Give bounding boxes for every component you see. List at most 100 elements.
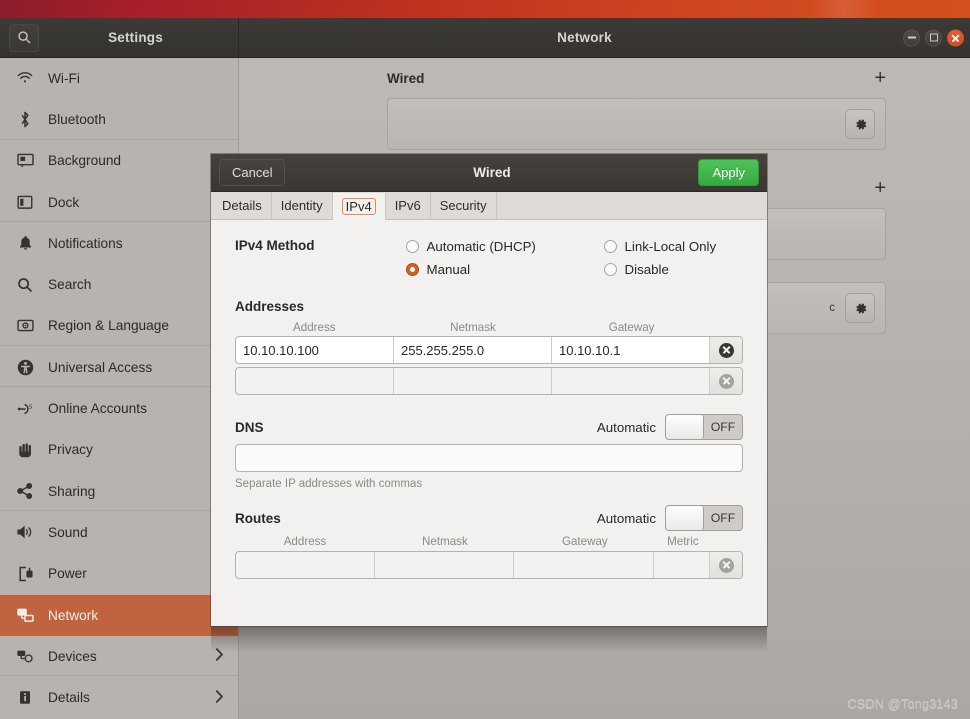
maximize-icon[interactable] bbox=[925, 29, 942, 46]
bell-icon bbox=[12, 235, 38, 251]
tab-ipv4[interactable]: IPv4 bbox=[332, 193, 386, 220]
dialog-tabs[interactable]: Details Identity IPv4 IPv6 Security bbox=[211, 192, 767, 220]
sidebar-item-dock[interactable]: Dock bbox=[0, 182, 238, 223]
route-gateway-input[interactable] bbox=[514, 552, 654, 578]
desktop-background-strip bbox=[0, 0, 970, 18]
sidebar-item-universal-access[interactable]: Universal Access bbox=[0, 347, 238, 388]
cancel-button[interactable]: Cancel bbox=[219, 159, 286, 186]
gateway-input[interactable] bbox=[552, 368, 710, 394]
settings-sidebar[interactable]: Wi-Fi Bluetooth Background Dock Notifica… bbox=[0, 58, 239, 719]
routes-section: Routes Automatic OFF Address Netmask Gat… bbox=[235, 505, 743, 579]
sidebar-item-bluetooth[interactable]: Bluetooth bbox=[0, 99, 238, 140]
radio-indicator-selected bbox=[405, 263, 419, 276]
dns-automatic-label: Automatic bbox=[596, 419, 656, 435]
delete-row-icon[interactable] bbox=[710, 368, 742, 394]
dns-title: DNS bbox=[235, 419, 264, 435]
address-row[interactable]: 10.10.10.100 255.255.255.0 10.10.10.1 bbox=[235, 336, 743, 364]
tab-security[interactable]: Security bbox=[431, 192, 497, 219]
sidebar-item-wi-fi[interactable]: Wi-Fi bbox=[0, 58, 238, 99]
route-netmask-input[interactable] bbox=[375, 552, 515, 578]
sidebar-item-label: Online Accounts bbox=[48, 401, 147, 417]
sidebar-item-label: Power bbox=[48, 566, 87, 582]
routes-title: Routes bbox=[235, 510, 281, 526]
close-icon[interactable] bbox=[947, 29, 964, 46]
delete-row-icon[interactable] bbox=[710, 337, 742, 363]
route-address-input[interactable] bbox=[236, 552, 376, 578]
chevron-right-icon bbox=[215, 648, 224, 665]
sidebar-item-power[interactable]: Power bbox=[0, 554, 238, 595]
watermark: CSDN @Tong3143 bbox=[847, 696, 958, 711]
routes-automatic-control: Automatic OFF bbox=[597, 505, 743, 531]
radio-indicator bbox=[603, 263, 617, 276]
radio-label: Manual bbox=[426, 262, 471, 277]
dns-servers-input[interactable] bbox=[235, 444, 743, 472]
titlebar-right-pane: Network bbox=[239, 18, 970, 57]
tab-identity[interactable]: Identity bbox=[272, 192, 333, 219]
tab-ipv6[interactable]: IPv6 bbox=[386, 192, 431, 219]
radio-label: Automatic (DHCP) bbox=[426, 239, 536, 254]
tab-label: Identity bbox=[280, 198, 323, 213]
sidebar-item-sharing[interactable]: Sharing bbox=[0, 471, 238, 512]
sidebar-item-label: Details bbox=[48, 690, 90, 706]
search-icon[interactable] bbox=[9, 23, 39, 52]
bluetooth-icon bbox=[12, 111, 38, 128]
dock-icon bbox=[12, 195, 38, 210]
radio-manual[interactable]: Manual bbox=[405, 262, 604, 277]
address-input[interactable] bbox=[236, 368, 394, 394]
sidebar-item-label: Bluetooth bbox=[48, 111, 106, 127]
tab-details[interactable]: Details bbox=[213, 192, 272, 219]
delete-row-icon[interactable] bbox=[710, 552, 742, 578]
svg-text:S: S bbox=[28, 404, 32, 410]
dns-automatic-toggle[interactable]: OFF bbox=[665, 414, 743, 440]
apply-button[interactable]: Apply bbox=[698, 159, 759, 186]
column-header-netmask: Netmask bbox=[422, 535, 468, 548]
route-row[interactable] bbox=[235, 551, 743, 579]
radio-label: Disable bbox=[624, 262, 669, 277]
settings-title: Settings bbox=[108, 30, 163, 45]
address-input[interactable]: 10.10.10.100 bbox=[236, 337, 394, 363]
devices-icon bbox=[12, 649, 38, 664]
share-icon bbox=[12, 483, 38, 500]
plus-icon[interactable]: + bbox=[874, 68, 886, 88]
sidebar-item-online-accounts[interactable]: S Online Accounts bbox=[0, 388, 238, 429]
sidebar-item-background[interactable]: Background bbox=[0, 141, 238, 182]
column-header-gateway: Gateway bbox=[608, 321, 655, 334]
sidebar-item-label: Wi-Fi bbox=[48, 70, 80, 86]
netmask-input[interactable]: 255.255.255.0 bbox=[394, 337, 552, 363]
sidebar-item-region-language[interactable]: Region & Language bbox=[0, 306, 238, 347]
plus-icon[interactable]: + bbox=[874, 178, 886, 198]
wired-connection-row[interactable] bbox=[387, 98, 886, 150]
sidebar-item-search[interactable]: Search bbox=[0, 264, 238, 305]
address-row[interactable] bbox=[235, 367, 743, 395]
sidebar-item-devices[interactable]: Devices bbox=[0, 636, 238, 677]
sidebar-item-notifications[interactable]: Notifications bbox=[0, 223, 238, 264]
sidebar-item-label: Dock bbox=[48, 194, 80, 210]
column-header-netmask: Netmask bbox=[450, 321, 496, 334]
ipv4-method-row: IPv4 Method Automatic (DHCP) Link-Local … bbox=[235, 238, 743, 277]
routes-automatic-toggle[interactable]: OFF bbox=[665, 505, 743, 531]
minimize-icon[interactable] bbox=[903, 29, 920, 46]
column-header-address: Address bbox=[283, 535, 327, 548]
addresses-column-headers: Address Netmask Gateway bbox=[235, 321, 743, 334]
addresses-section: Addresses Address Netmask Gateway 10.10.… bbox=[235, 299, 743, 395]
radio-link-local-only[interactable]: Link-Local Only bbox=[603, 239, 716, 254]
radio-automatic-dhcp[interactable]: Automatic (DHCP) bbox=[405, 239, 604, 254]
wifi-icon bbox=[12, 71, 38, 85]
gear-icon[interactable] bbox=[845, 109, 875, 139]
route-metric-input[interactable] bbox=[654, 552, 711, 578]
sidebar-item-sound[interactable]: Sound bbox=[0, 512, 238, 553]
sidebar-item-details[interactable]: Details bbox=[0, 677, 238, 718]
radio-disable[interactable]: Disable bbox=[603, 262, 717, 277]
ipv4-method-label: IPv4 Method bbox=[235, 238, 315, 253]
screen-root: Settings Network Wi-Fi Bluetooth Backgro… bbox=[0, 0, 970, 719]
netmask-input[interactable] bbox=[394, 368, 552, 394]
addresses-title: Addresses bbox=[235, 299, 305, 314]
wired-section-header: Wired + bbox=[239, 58, 970, 98]
window-controls bbox=[903, 29, 964, 46]
sidebar-item-network[interactable]: Network bbox=[0, 594, 238, 637]
sidebar-item-privacy[interactable]: Privacy bbox=[0, 430, 238, 471]
sidebar-item-label: Network bbox=[48, 607, 99, 623]
gateway-input[interactable]: 10.10.10.1 bbox=[552, 337, 710, 363]
column-header-gateway: Gateway bbox=[561, 535, 608, 548]
gear-icon[interactable] bbox=[845, 293, 875, 323]
